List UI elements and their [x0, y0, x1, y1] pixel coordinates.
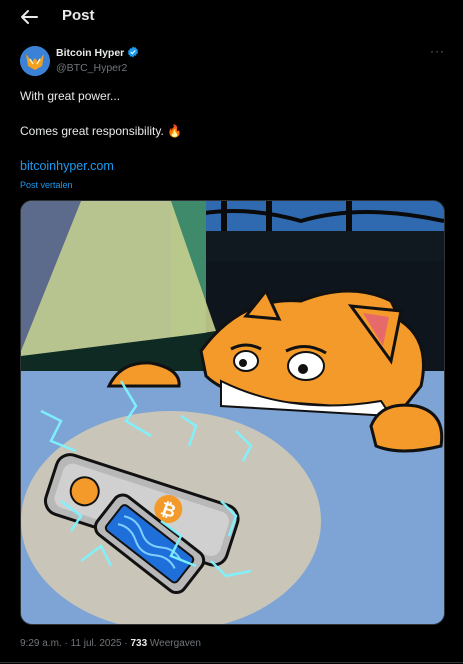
author-name[interactable]: Bitcoin Hyper: [56, 47, 124, 59]
post-link[interactable]: bitcoinhyper.com: [20, 159, 114, 173]
avatar[interactable]: [20, 46, 50, 76]
post-time[interactable]: 9:29 a.m.: [20, 638, 62, 649]
more-horizontal-icon[interactable]: ···: [430, 44, 445, 58]
post-text-line-1: With great power...: [20, 89, 121, 103]
avatar-logo-icon: [20, 46, 50, 76]
post-metadata: 9:29 a.m. · 11 jul. 2025 · 733 Weergaven: [20, 638, 201, 649]
cat-hardware-wallet-illustration: ₿: [21, 201, 444, 624]
translate-post-link[interactable]: Post vertalen: [20, 180, 73, 190]
author-name-row[interactable]: Bitcoin Hyper: [56, 46, 139, 59]
post-image[interactable]: ₿: [20, 200, 445, 625]
author-handle[interactable]: @BTC_Hyper2: [56, 62, 127, 74]
verified-badge-icon: [128, 46, 139, 58]
divider: [0, 662, 463, 663]
post-date[interactable]: 11 jul. 2025: [71, 638, 122, 649]
views-label: Weergaven: [149, 638, 201, 649]
arrow-left-icon[interactable]: [20, 9, 38, 25]
views-count: 733: [130, 638, 148, 649]
top-bar: Post: [0, 0, 463, 34]
page-title: Post: [62, 7, 95, 24]
post-text-line-2: Comes great responsibility. 🔥: [20, 124, 183, 138]
